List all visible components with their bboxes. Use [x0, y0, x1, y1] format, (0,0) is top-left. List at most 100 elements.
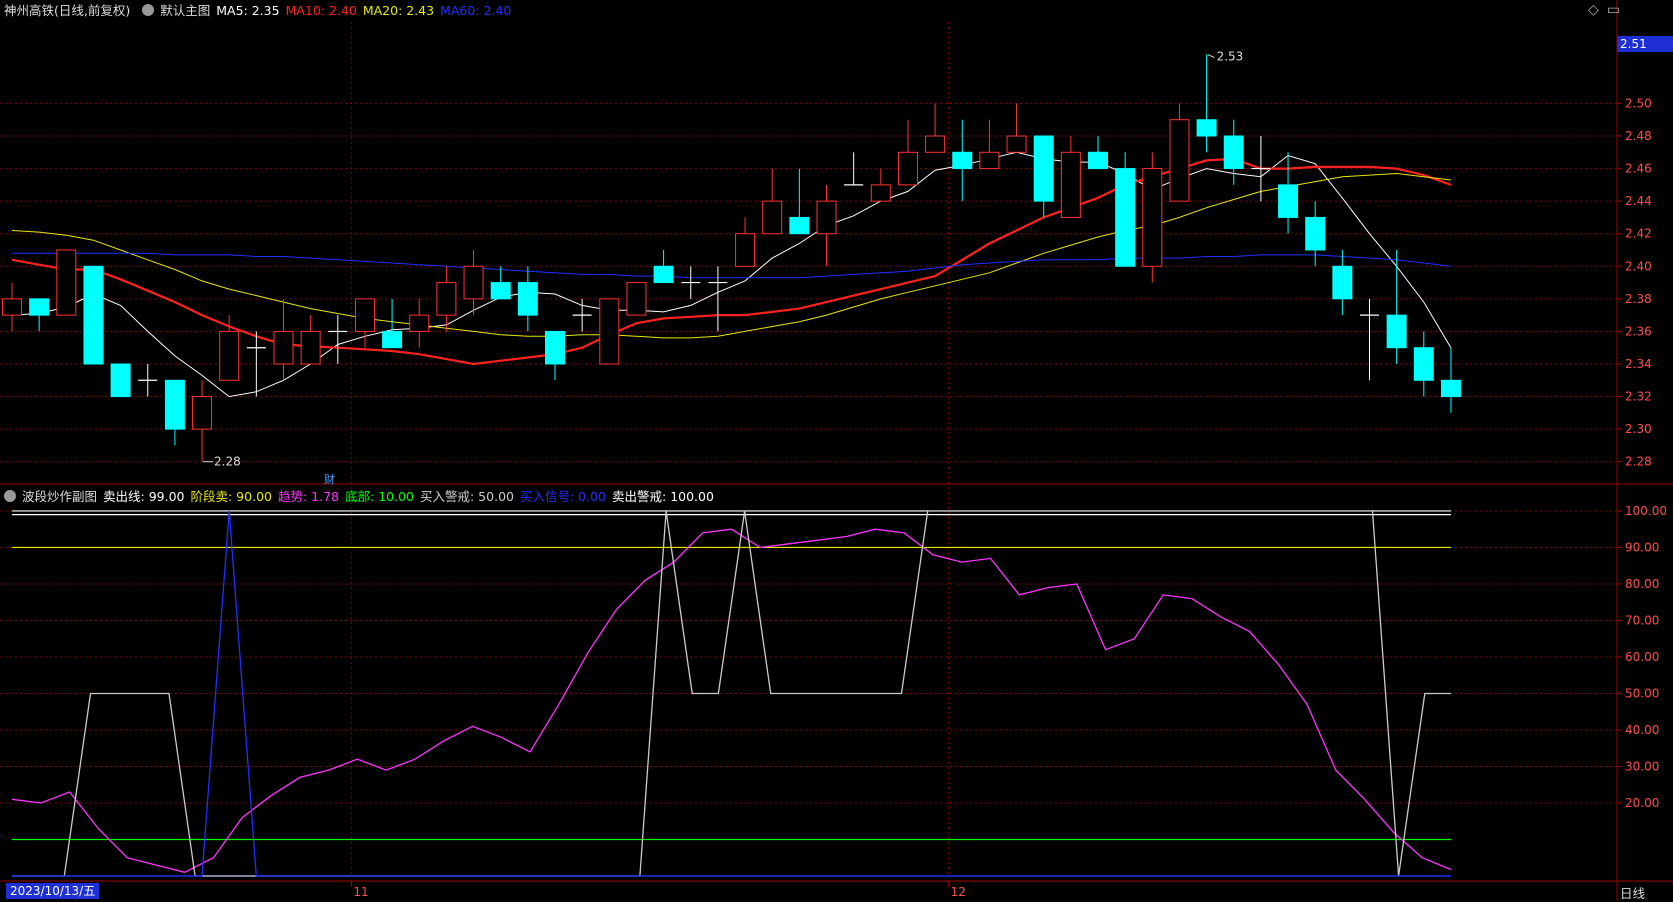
candle: [1142, 152, 1163, 283]
period-selector[interactable]: 日线: [1620, 883, 1645, 902]
indicator-tick-label: 90.00: [1625, 540, 1659, 554]
candle-body: [1305, 216, 1326, 251]
candle: [1088, 136, 1108, 170]
candle-body: [545, 330, 565, 365]
candle: [354, 298, 375, 348]
candle-body: [1088, 151, 1108, 170]
indicator-tick-label: 30.00: [1625, 759, 1659, 773]
main-indicator-name[interactable]: 默认主图: [160, 3, 210, 18]
gear-icon[interactable]: [4, 490, 16, 502]
price-tick-label: 2.32: [1625, 390, 1652, 404]
candle-body: [463, 265, 484, 300]
candle: [897, 119, 918, 186]
stage-sell-value: 阶段卖: 90.00: [190, 489, 272, 504]
indicator-tick-label: 50.00: [1625, 686, 1659, 700]
candle-body: [952, 151, 973, 170]
candle-body: [382, 330, 403, 349]
candle-body: [192, 396, 213, 430]
candle: [300, 315, 321, 365]
indicator-tick-label: 20.00: [1625, 796, 1659, 810]
candle: [1413, 331, 1434, 397]
candle-body: [1142, 168, 1163, 267]
window-icon[interactable]: ▭: [1607, 2, 1620, 18]
candle: [1060, 136, 1081, 218]
kline-chart[interactable]: 2.28 2.30 2.32 2.34 2.36 2.38 2.40 2.42 2.44 2.46…: [0, 0, 1673, 901]
ma5-value: MA5: 2.35: [216, 3, 280, 18]
candle-body: [735, 233, 756, 267]
candle: [1169, 103, 1190, 202]
candle-body: [110, 363, 131, 398]
candle-body: [517, 282, 538, 316]
candle-body: [1115, 168, 1136, 267]
price-tick-label: 2.38: [1625, 292, 1652, 306]
candle: [653, 250, 674, 284]
high-price-annotation: 2.53: [1217, 50, 1244, 64]
candle-body: [653, 265, 674, 284]
candle: [1115, 152, 1136, 267]
month-label: 12: [951, 885, 966, 899]
price-tick-label: 2.44: [1625, 194, 1652, 208]
candle: [599, 298, 620, 365]
candle: [816, 184, 837, 267]
month-axis: 11 12: [350, 881, 966, 899]
indicator-tick-label: 40.00: [1625, 723, 1659, 737]
candle: [463, 250, 484, 316]
candle-body: [1033, 135, 1054, 202]
candle: [1033, 135, 1054, 218]
candle-body: [897, 151, 918, 186]
candle: [164, 379, 185, 446]
candle: [273, 298, 294, 381]
main-chart-header: 神州高铁(日线,前复权) 默认主图 MA5: 2.35 MA10: 2.40 MA20:…: [4, 0, 517, 22]
candle-body: [1278, 184, 1299, 218]
diamond-icon[interactable]: ◇: [1588, 2, 1599, 18]
candle-body: [925, 135, 946, 153]
candle: [1386, 250, 1407, 364]
candle: [1196, 54, 1217, 153]
candle-body: [219, 330, 240, 381]
main-grid: [0, 22, 1617, 876]
indicator-tick-label: 80.00: [1625, 577, 1659, 591]
candle-body: [1196, 119, 1217, 137]
main-y-axis: 2.28 2.30 2.32 2.34 2.36 2.38 2.40 2.42 2.44 2.46…: [0, 0, 1673, 901]
trend-value: 趋势: 1.78: [277, 489, 340, 504]
candle: [1223, 119, 1244, 185]
price-annotations: 2.53 2.28: [203, 50, 1243, 469]
candle: [572, 298, 592, 332]
indicator-tick-label: 60.00: [1625, 650, 1659, 664]
price-tick-label: 2.34: [1625, 357, 1652, 371]
candle-body: [490, 282, 511, 300]
candle: [382, 298, 403, 349]
candle: [979, 119, 1000, 170]
finance-report-marker[interactable]: 财: [324, 471, 335, 487]
buy-alert-value: 买入警戒: 50.00: [420, 489, 514, 504]
sub-indicator-name[interactable]: 波段炒作副图: [22, 489, 97, 504]
window-controls: ◇ ▭: [1580, 2, 1620, 18]
candle: [192, 380, 213, 462]
sub-grid: [0, 510, 1617, 804]
price-tick-label: 2.40: [1625, 259, 1652, 273]
price-tick-label: 2.50: [1625, 96, 1652, 110]
candle-body: [1386, 314, 1407, 349]
candle-body: [29, 298, 50, 316]
candle: [138, 364, 158, 397]
candle: [925, 103, 946, 153]
candle-body: [164, 379, 185, 430]
candle-body: [789, 216, 810, 235]
month-label: 11: [353, 885, 368, 899]
stock-title[interactable]: 神州高铁(日线,前复权): [4, 3, 130, 18]
candle: [246, 331, 266, 397]
high-arrow: [1207, 54, 1215, 59]
price-tick-label: 2.36: [1625, 324, 1652, 338]
bottom-value: 底部: 10.00: [345, 489, 414, 504]
candle-body: [83, 265, 104, 365]
current-price-tag: 2.51: [1617, 36, 1673, 52]
candle: [735, 217, 756, 267]
candle: [110, 363, 131, 398]
gear-icon[interactable]: [142, 4, 155, 16]
candle-body: [1413, 347, 1434, 381]
candle: [1006, 103, 1027, 153]
candlesticks[interactable]: [2, 54, 1461, 462]
candle-body: [354, 298, 375, 332]
price-tick-label: 2.28: [1625, 455, 1652, 469]
cursor-date: 2023/10/13/五: [6, 883, 100, 899]
